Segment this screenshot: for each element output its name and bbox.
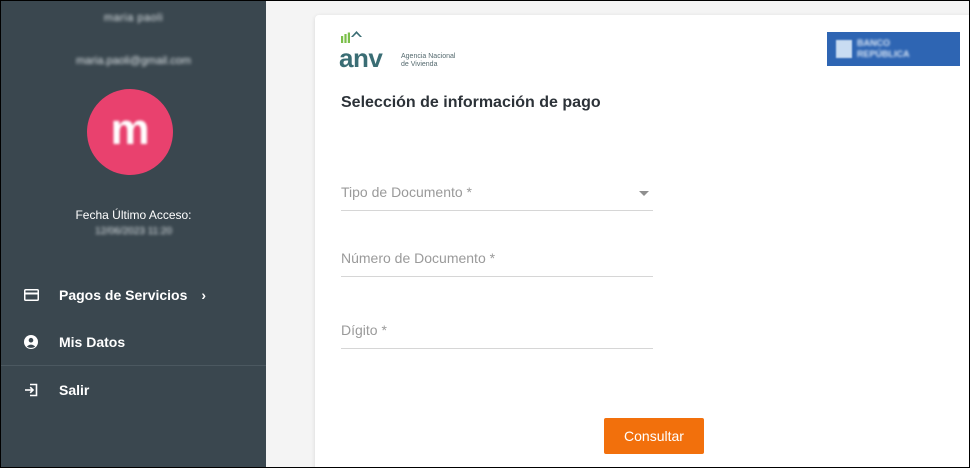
anv-subtitle-line1: Agencia Nacional <box>401 53 456 60</box>
tipo-documento-select[interactable]: Tipo de Documento * <box>341 178 653 211</box>
payment-card: anv Agencia Nacional de Vivienda BANCO R… <box>315 15 969 467</box>
user-circle-icon <box>23 334 39 350</box>
anv-subtitle-line2: de Vivienda <box>401 61 438 68</box>
sign-out-icon <box>23 382 39 398</box>
bank-logo-line2: REPÚBLICA <box>857 49 910 59</box>
anv-logo: anv Agencia Nacional de Vivienda <box>339 29 499 73</box>
last-access-label: Fecha Último Acceso: <box>75 208 192 222</box>
user-email: maria.paoli@gmail.com <box>75 55 192 67</box>
tipo-documento-label: Tipo de Documento * <box>341 184 472 200</box>
bank-logo: BANCO REPÚBLICA <box>827 32 960 66</box>
avatar: m <box>87 89 173 175</box>
sidebar-menu: Pagos de Servicios › Mis Datos Salir <box>1 271 266 413</box>
anv-subtitle: Agencia Nacional de Vivienda <box>401 53 455 69</box>
sidebar-item-label: Pagos de Servicios <box>59 286 188 303</box>
sidebar-item-mis-datos[interactable]: Mis Datos <box>1 318 266 365</box>
numero-documento-field[interactable]: Número de Documento * <box>341 244 653 277</box>
page-title: Selección de información de pago <box>341 94 601 111</box>
digito-field[interactable]: Dígito * <box>341 316 653 349</box>
avatar-initial: m <box>110 105 150 154</box>
user-name: maria paoli <box>103 12 164 24</box>
credit-card-icon <box>23 287 39 303</box>
bank-logo-text: BANCO REPÚBLICA <box>857 38 910 60</box>
app-window: maria paoli maria.paoli@gmail.com m Fech… <box>0 0 970 468</box>
digito-label: Dígito * <box>341 322 387 338</box>
bank-logo-line1: BANCO <box>857 38 890 48</box>
sidebar: maria paoli maria.paoli@gmail.com m Fech… <box>1 1 266 467</box>
sidebar-item-label: Mis Datos <box>59 333 126 350</box>
dropdown-arrow-icon <box>639 191 649 196</box>
consultar-button[interactable]: Consultar <box>604 418 704 454</box>
anv-wordmark: anv <box>339 43 383 73</box>
bank-emblem-icon <box>836 40 852 58</box>
chevron-right-icon: › <box>201 286 207 303</box>
sidebar-item-salir[interactable]: Salir <box>1 365 266 413</box>
sidebar-item-pagos-de-servicios[interactable]: Pagos de Servicios › <box>1 271 266 318</box>
last-access-value: 12/06/2023 11:20 <box>94 226 173 237</box>
numero-documento-label: Número de Documento * <box>341 250 496 266</box>
sidebar-item-label: Salir <box>59 381 90 398</box>
